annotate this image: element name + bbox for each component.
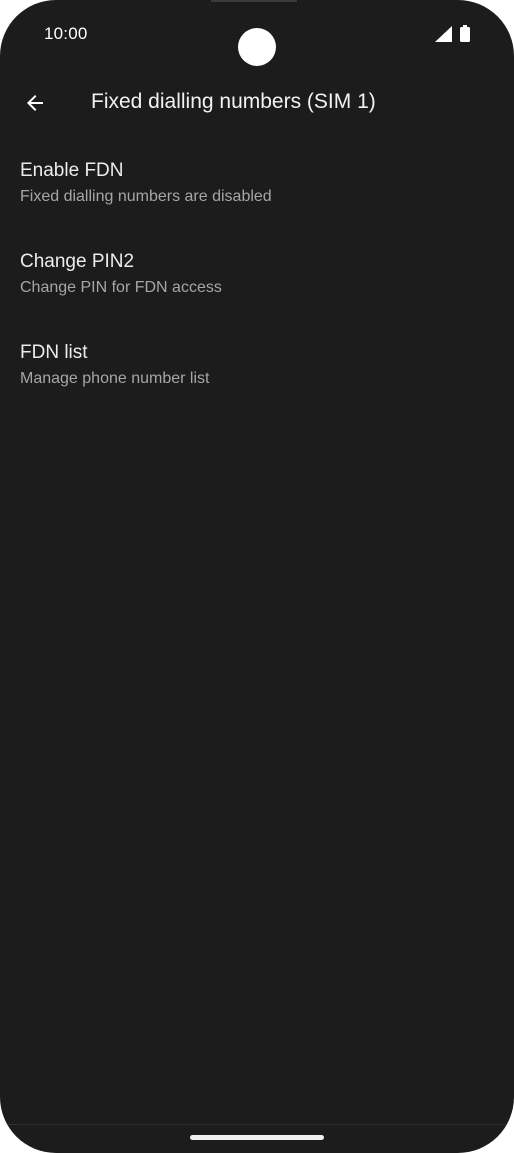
cellular-signal-icon [435, 26, 452, 42]
home-indicator[interactable] [190, 1135, 324, 1140]
pref-title: FDN list [20, 342, 88, 363]
pref-item-change-pin2[interactable]: Change PIN2 Change PIN for FDN access [0, 227, 514, 318]
front-camera [238, 28, 276, 66]
pref-summary: Manage phone number list [20, 370, 210, 387]
pref-item-fdn-list[interactable]: FDN list Manage phone number list [0, 318, 514, 409]
pref-item-enable-fdn[interactable]: Enable FDN Fixed dialling numbers are di… [0, 136, 514, 227]
back-button[interactable] [12, 80, 58, 126]
phone-screen: 10:00 Fixed dialling numbers (SIM 1) Ena… [0, 0, 514, 1153]
status-bar: 10:00 [0, 0, 514, 70]
pref-title: Change PIN2 [20, 251, 135, 272]
page-title: Fixed dialling numbers (SIM 1) [91, 90, 376, 113]
pref-summary: Change PIN for FDN access [20, 279, 222, 296]
pref-summary: Fixed dialling numbers are disabled [20, 188, 272, 205]
pref-title: Enable FDN [20, 160, 124, 181]
nav-divider [0, 1124, 514, 1125]
app-bar: Fixed dialling numbers (SIM 1) [0, 70, 514, 136]
battery-full-icon [460, 25, 470, 42]
status-time: 10:00 [44, 24, 88, 43]
preference-list: Enable FDN Fixed dialling numbers are di… [0, 136, 514, 409]
arrow-back-icon [27, 95, 43, 111]
